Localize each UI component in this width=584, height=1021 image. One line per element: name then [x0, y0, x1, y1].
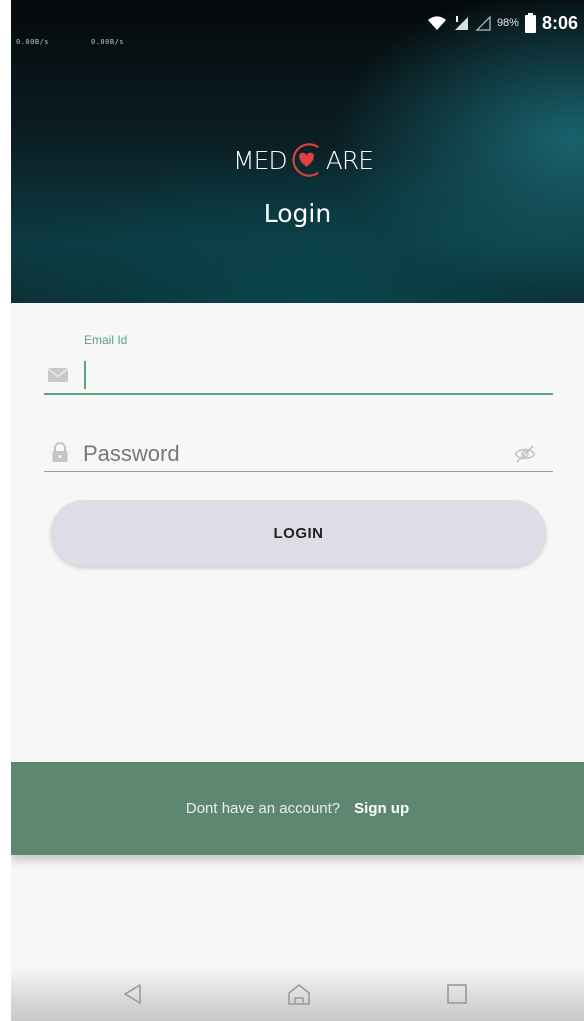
- logo-text-right: ARE: [325, 145, 374, 175]
- signup-link[interactable]: Sign up: [354, 800, 409, 817]
- email-icon: [48, 368, 68, 382]
- battery-percent: 98%: [496, 17, 519, 29]
- signal-icon: [454, 16, 468, 30]
- status-indicators: 98% 8:06: [427, 10, 578, 36]
- signal-icon-2: [475, 15, 491, 31]
- signup-bar: Dont have an account? Sign up: [11, 762, 584, 855]
- app-screen: 0.00B/s 0.00B/s 98% 8:06 MED ARE Login E…: [11, 0, 584, 1021]
- password-underline: [44, 471, 553, 472]
- login-button[interactable]: LOGIN: [51, 500, 546, 566]
- recents-icon[interactable]: [444, 981, 470, 1007]
- network-speed-left: 0.00B/s: [16, 38, 50, 46]
- logo-text-left: MED: [233, 145, 288, 175]
- back-icon[interactable]: [120, 981, 146, 1007]
- signup-prompt: Dont have an account?: [185, 800, 341, 817]
- password-input[interactable]: [81, 436, 505, 472]
- battery-icon: [524, 13, 536, 33]
- visibility-off-icon[interactable]: [514, 443, 536, 465]
- heart-logo-icon: [292, 143, 319, 177]
- navigation-bar: [11, 968, 584, 1021]
- email-underline: [44, 393, 553, 395]
- lock-icon: [52, 442, 68, 462]
- wifi-icon: [427, 16, 446, 30]
- status-bar: 0.00B/s 0.00B/s 98% 8:06: [11, 0, 584, 47]
- email-label: Email Id: [84, 333, 128, 347]
- text-cursor: [84, 361, 86, 389]
- login-header: 0.00B/s 0.00B/s 98% 8:06 MED ARE Login: [11, 0, 584, 303]
- network-speed-right: 0.00B/s: [91, 38, 125, 46]
- home-icon[interactable]: [286, 981, 312, 1007]
- email-input[interactable]: [83, 357, 547, 391]
- medcare-logo: MED ARE: [233, 137, 374, 183]
- status-time: 8:06: [541, 12, 578, 33]
- page-title: Login: [263, 199, 332, 228]
